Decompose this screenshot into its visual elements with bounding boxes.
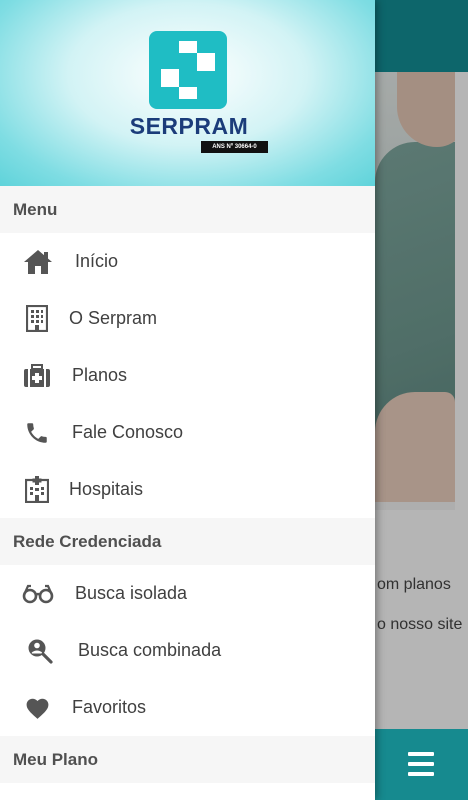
building-icon [23,305,51,333]
menu-item-planos[interactable]: Planos [0,347,375,404]
menu-item-o-serpram[interactable]: O Serpram [0,290,375,347]
brand-name: SERPRAM [129,113,249,139]
navigation-drawer: SERPRAM ANS Nº 30664-0 Menu Início O Ser… [0,0,375,800]
menu-item-busca-isolada[interactable]: Busca isolada [0,565,375,622]
hospital-building-icon [23,476,51,504]
ans-registration-badge: ANS Nº 30664-0 [201,141,268,153]
menu-item-label: O Serpram [69,308,158,328]
person-search-icon [26,637,54,665]
serpram-logo [149,31,227,109]
menu-item-busca-combinada[interactable]: Busca combinada [0,622,375,679]
menu-item-fale-conosco[interactable]: Fale Conosco [0,404,375,461]
menu-item-hospitais[interactable]: Hospitais [0,461,375,518]
section-header-rede-credenciada: Rede Credenciada [0,518,375,565]
glasses-icon [22,580,54,608]
menu-item-label: Fale Conosco [72,422,184,442]
drawer-scrim[interactable] [375,0,468,800]
medical-bag-icon [23,362,51,390]
menu-item-favoritos[interactable]: Favoritos [0,679,375,736]
home-icon [22,248,54,276]
menu-item-label: Busca combinada [78,640,222,660]
menu-item-label: Planos [72,365,128,385]
menu-item-label: Favoritos [72,697,147,717]
drawer-header: SERPRAM ANS Nº 30664-0 [0,0,375,186]
phone-icon [23,419,51,447]
menu-item-label: Busca isolada [75,583,188,603]
menu-item-label: Início [75,251,119,271]
section-header-meu-plano: Meu Plano [0,736,375,783]
section-header-menu: Menu [0,186,375,233]
hamburger-menu-icon[interactable] [408,752,434,776]
menu-item-inicio[interactable]: Início [0,233,375,290]
menu-item-label: Hospitais [69,479,144,499]
heart-icon [23,694,51,722]
